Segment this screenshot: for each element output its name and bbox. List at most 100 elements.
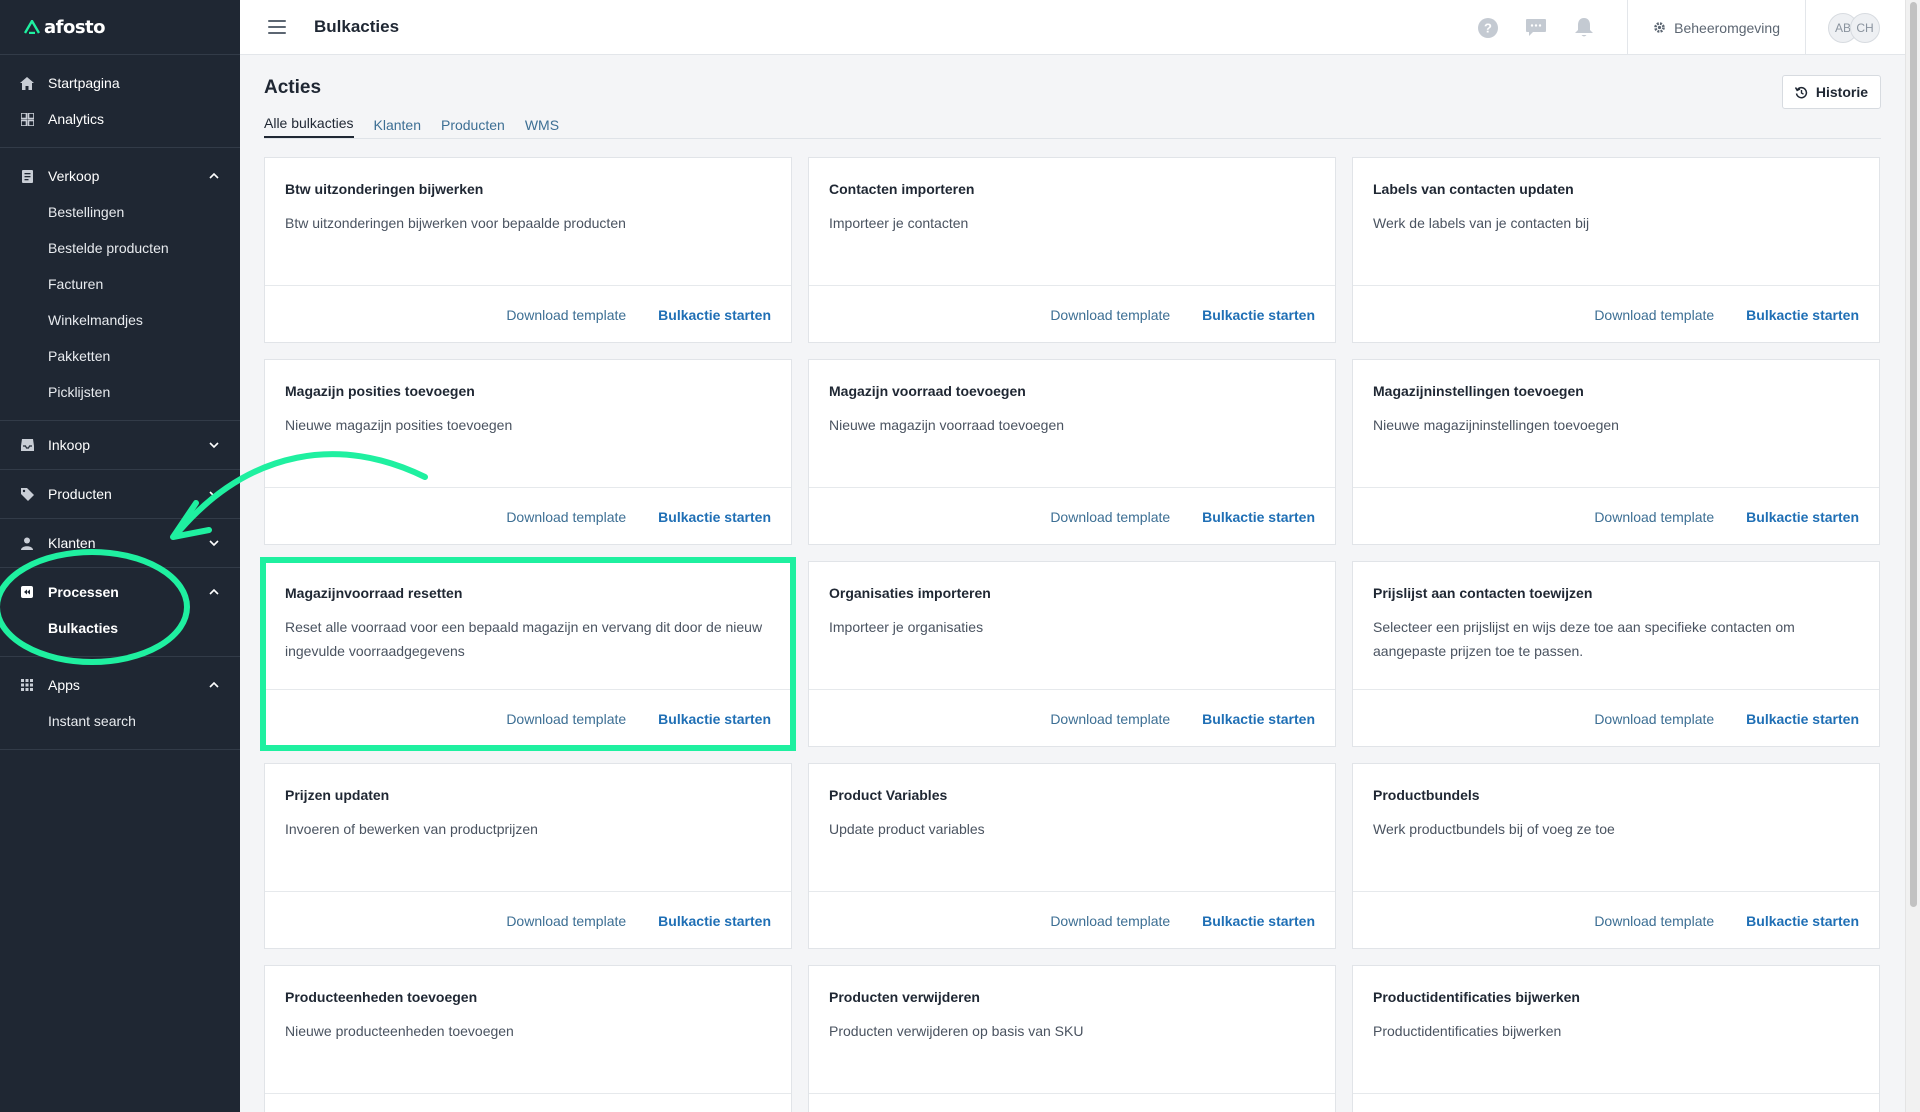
avatar-group[interactable]: AB CH bbox=[1806, 12, 1905, 43]
brand-logo[interactable]: afosto bbox=[0, 0, 240, 55]
card-actions: Download templateBulkactie starten bbox=[809, 1094, 1335, 1112]
receipt-icon bbox=[20, 169, 34, 183]
sidebar-subitem-bulkacties[interactable]: Bulkacties bbox=[0, 610, 240, 646]
sidebar-item-analytics[interactable]: Analytics bbox=[0, 101, 240, 137]
historie-button[interactable]: Historie bbox=[1781, 75, 1881, 109]
nav-group-klanten: Klanten bbox=[0, 519, 240, 568]
nav-group-inkoop: Inkoop bbox=[0, 421, 240, 470]
card-title: Magazijnvoorraad resetten bbox=[285, 585, 463, 601]
card-description: Selecteer een prijslijst en wijs deze to… bbox=[1373, 619, 1795, 659]
card-body: Magazijn voorraad toevoegen Nieuwe magazi… bbox=[809, 360, 1335, 488]
tab-alle-bulkacties[interactable]: Alle bulkacties bbox=[264, 115, 354, 138]
start-bulk-action-button[interactable]: Bulkactie starten bbox=[1746, 711, 1859, 727]
card-description: Productidentificaties bijwerken bbox=[1373, 1023, 1562, 1039]
card-actions: Download template Bulkactie starten bbox=[809, 892, 1335, 949]
sidebar-group-inkoop[interactable]: Inkoop bbox=[0, 427, 240, 463]
environment-switcher[interactable]: Beheeromgeving bbox=[1628, 20, 1805, 36]
download-template-button[interactable]: Download template bbox=[1594, 913, 1714, 929]
bulk-action-card: Producten verwijderen Producten verwijder… bbox=[808, 965, 1336, 1112]
start-bulk-action-button[interactable]: Bulkactie starten bbox=[1746, 307, 1859, 323]
download-template-button[interactable]: Download template bbox=[1050, 307, 1170, 323]
chevron-up-icon bbox=[209, 681, 219, 688]
sidebar-subitem-winkelmandjes[interactable]: Winkelmandjes bbox=[0, 302, 240, 338]
sidebar-subitem-facturen[interactable]: Facturen bbox=[0, 266, 240, 302]
card-description: Invoeren of bewerken van productprijzen bbox=[285, 821, 538, 837]
card-actions: Download template Bulkactie starten bbox=[809, 286, 1335, 343]
start-bulk-action-button[interactable]: Bulkactie starten bbox=[1202, 509, 1315, 525]
sidebar-subitem-picklijsten[interactable]: Picklijsten bbox=[0, 374, 240, 410]
sidebar-subitem-bestellingen[interactable]: Bestellingen bbox=[0, 194, 240, 230]
card-title: Magazijn voorraad toevoegen bbox=[829, 383, 1026, 399]
start-bulk-action-button[interactable]: Bulkactie starten bbox=[658, 913, 771, 929]
card-description: Update product variables bbox=[829, 821, 985, 837]
card-actions: Download templateBulkactie starten bbox=[1353, 1094, 1879, 1112]
download-template-button[interactable]: Download template bbox=[1050, 913, 1170, 929]
topbar: Bulkacties ? Beheeromgeving AB CH bbox=[240, 0, 1905, 55]
start-bulk-action-button[interactable]: Bulkactie starten bbox=[1746, 509, 1859, 525]
card-description: Werk de labels van je contacten bij bbox=[1373, 215, 1590, 231]
tab-producten[interactable]: Producten bbox=[441, 117, 505, 138]
sidebar-group-verkoop[interactable]: Verkoop bbox=[0, 158, 240, 194]
tab-wms[interactable]: WMS bbox=[525, 117, 559, 138]
start-bulk-action-button[interactable]: Bulkactie starten bbox=[658, 307, 771, 323]
sidebar-group-producten[interactable]: Producten bbox=[0, 476, 240, 512]
home-icon bbox=[20, 76, 34, 90]
scrollbar[interactable] bbox=[1905, 0, 1920, 1112]
start-bulk-action-button[interactable]: Bulkactie starten bbox=[1746, 913, 1859, 929]
sidebar-item-startpagina[interactable]: Startpagina bbox=[0, 65, 240, 101]
chevron-up-icon bbox=[209, 172, 219, 179]
start-bulk-action-button[interactable]: Bulkactie starten bbox=[658, 711, 771, 727]
sidebar-subitem-pakketten[interactable]: Pakketten bbox=[0, 338, 240, 374]
card-body: Producten verwijderen Producten verwijder… bbox=[809, 966, 1335, 1094]
card-title: Producteenheden toevoegen bbox=[285, 989, 478, 1005]
card-description: Btw uitzonderingen bijwerken voor bepaal… bbox=[285, 215, 626, 231]
download-template-button[interactable]: Download template bbox=[1594, 307, 1714, 323]
card-title: Prijzen updaten bbox=[285, 787, 390, 803]
download-template-button[interactable]: Download template bbox=[506, 913, 626, 929]
bell-icon[interactable] bbox=[1573, 17, 1595, 39]
download-template-button[interactable]: Download template bbox=[1050, 711, 1170, 727]
download-template-button[interactable]: Download template bbox=[506, 307, 626, 323]
sidebar-item-label: Startpagina bbox=[48, 75, 120, 91]
sidebar-group-processen[interactable]: Processen bbox=[0, 574, 240, 610]
start-bulk-action-button[interactable]: Bulkactie starten bbox=[1202, 913, 1315, 929]
chat-icon[interactable] bbox=[1525, 17, 1547, 39]
avatar[interactable]: CH bbox=[1850, 12, 1880, 43]
card-title: Productbundels bbox=[1373, 787, 1480, 803]
card-body: Magazijnvoorraad resetten Reset alle voor… bbox=[265, 562, 791, 690]
scrollbar-thumb[interactable] bbox=[1910, 2, 1917, 907]
sidebar-group-klanten[interactable]: Klanten bbox=[0, 525, 240, 561]
nav-group-verkoop: Verkoop Bestellingen Bestelde producten … bbox=[0, 148, 240, 421]
process-icon bbox=[20, 585, 34, 599]
sidebar-group-label: Klanten bbox=[48, 535, 96, 551]
help-icon[interactable]: ? bbox=[1477, 17, 1499, 39]
analytics-icon bbox=[20, 112, 34, 126]
start-bulk-action-button[interactable]: Bulkactie starten bbox=[658, 509, 771, 525]
card-description: Nieuwe producteenheden toevoegen bbox=[285, 1023, 514, 1039]
card-body: Labels van contacten updaten Werk de labe… bbox=[1353, 158, 1879, 286]
tab-klanten[interactable]: Klanten bbox=[374, 117, 421, 138]
start-bulk-action-button[interactable]: Bulkactie starten bbox=[1202, 711, 1315, 727]
start-bulk-action-button[interactable]: Bulkactie starten bbox=[1202, 307, 1315, 323]
bulk-action-card: Prijslijst aan contacten toewijzen Select… bbox=[1352, 561, 1880, 747]
environment-label: Beheeromgeving bbox=[1674, 19, 1780, 36]
sidebar-group-apps[interactable]: Apps bbox=[0, 667, 240, 703]
card-title: Organisaties importeren bbox=[829, 585, 991, 601]
inbox-icon bbox=[20, 438, 34, 452]
sidebar: afosto Startpagina Analytics Verkoop Bes… bbox=[0, 0, 240, 1112]
card-actions: Download template Bulkactie starten bbox=[265, 286, 791, 343]
menu-icon[interactable] bbox=[268, 20, 286, 34]
chevron-down-icon bbox=[209, 491, 219, 498]
download-template-button[interactable]: Download template bbox=[1594, 711, 1714, 727]
sidebar-subitem-bestelde-producten[interactable]: Bestelde producten bbox=[0, 230, 240, 266]
card-title: Btw uitzonderingen bijwerken bbox=[285, 181, 484, 197]
card-title: Magazijn posities toevoegen bbox=[285, 383, 475, 399]
topbar-actions: ? Beheeromgeving AB CH bbox=[1465, 0, 1905, 55]
download-template-button[interactable]: Download template bbox=[506, 711, 626, 727]
card-body: Contacten importeren Importeer je contact… bbox=[809, 158, 1335, 286]
download-template-button[interactable]: Download template bbox=[506, 509, 626, 525]
download-template-button[interactable]: Download template bbox=[1594, 509, 1714, 525]
download-template-button[interactable]: Download template bbox=[1050, 509, 1170, 525]
card-body: Product Variables Update product variable… bbox=[809, 764, 1335, 892]
sidebar-subitem-instant-search[interactable]: Instant search bbox=[0, 703, 240, 739]
